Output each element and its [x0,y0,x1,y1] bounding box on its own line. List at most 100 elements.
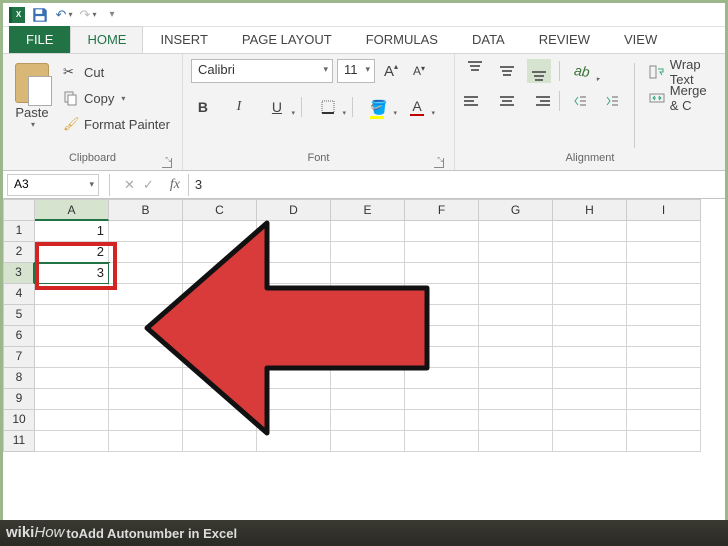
formula-bar-value[interactable]: 3 [189,177,202,192]
cell[interactable] [627,368,701,389]
align-middle-icon[interactable] [495,59,519,83]
cell[interactable]: 1 [35,221,109,242]
column-header[interactable]: A [35,199,109,221]
chevron-down-icon[interactable]: ▾ [13,120,53,129]
row-header[interactable]: 6 [3,326,35,347]
cell[interactable] [479,431,553,452]
fx-icon[interactable]: fx [170,177,180,193]
cell[interactable] [479,242,553,263]
align-bottom-icon[interactable] [527,59,551,83]
cell[interactable] [627,242,701,263]
cell[interactable] [553,347,627,368]
dialog-launcher-icon[interactable]: ⤡ [162,158,172,168]
name-box[interactable]: A3 [7,174,99,196]
cell[interactable] [553,284,627,305]
row-header[interactable]: 4 [3,284,35,305]
tab-page-layout[interactable]: PAGE LAYOUT [225,26,349,53]
redo-icon[interactable]: ↷▾ [79,6,97,24]
row-header[interactable]: 5 [3,305,35,326]
cell[interactable] [35,326,109,347]
cell[interactable] [627,284,701,305]
paste-button[interactable]: Paste ▾ [11,59,53,152]
format-painter-button[interactable]: 🖌Format Painter [59,111,174,137]
cell[interactable] [35,389,109,410]
cell[interactable] [627,431,701,452]
tab-view[interactable]: VIEW [607,26,674,53]
cell[interactable] [553,242,627,263]
cell[interactable] [627,347,701,368]
font-name-select[interactable]: Calibri [191,59,333,83]
cell[interactable] [553,263,627,284]
increase-indent-icon[interactable] [600,89,624,113]
align-top-icon[interactable] [463,59,487,83]
chevron-down-icon[interactable]: ▾ [121,94,125,103]
underline-button[interactable]: U [265,95,289,119]
cell[interactable] [35,368,109,389]
cell[interactable] [553,389,627,410]
row-header[interactable]: 7 [3,347,35,368]
cell[interactable] [627,389,701,410]
cell[interactable] [627,305,701,326]
row-header[interactable]: 9 [3,389,35,410]
row-header[interactable]: 11 [3,431,35,452]
cell[interactable] [553,368,627,389]
cell[interactable] [553,410,627,431]
align-right-icon[interactable] [527,89,551,113]
enter-formula-icon[interactable]: ✓ [143,177,154,193]
decrease-indent-icon[interactable] [568,89,592,113]
wrap-text-button[interactable]: Wrap Text [645,59,717,85]
row-header[interactable]: 1 [3,221,35,242]
cell[interactable] [627,221,701,242]
tab-insert[interactable]: INSERT [143,26,224,53]
cell[interactable] [479,284,553,305]
cell[interactable] [479,305,553,326]
row-header[interactable]: 10 [3,410,35,431]
merge-center-button[interactable]: Merge & C [645,85,717,111]
column-header[interactable]: I [627,199,701,221]
cell[interactable] [627,326,701,347]
cell[interactable] [479,326,553,347]
row-header[interactable]: 2 [3,242,35,263]
cell[interactable] [553,221,627,242]
tab-file[interactable]: FILE [9,26,70,53]
italic-button[interactable]: I [227,95,251,119]
row-header[interactable]: 8 [3,368,35,389]
decrease-font-icon[interactable]: A▾ [407,59,431,83]
cell[interactable] [479,221,553,242]
tab-data[interactable]: DATA [455,26,522,53]
cell[interactable] [35,305,109,326]
cell[interactable] [553,326,627,347]
undo-icon[interactable]: ↶▾ [55,6,73,24]
cell[interactable] [553,305,627,326]
cell[interactable] [479,368,553,389]
cell[interactable] [627,263,701,284]
align-center-icon[interactable] [495,89,519,113]
bold-button[interactable]: B [191,95,215,119]
tab-formulas[interactable]: FORMULAS [349,26,455,53]
font-size-select[interactable]: 11 [337,59,375,83]
borders-button[interactable] [316,95,340,119]
select-all-corner[interactable] [3,199,35,221]
cell[interactable] [479,347,553,368]
cell[interactable] [479,263,553,284]
fill-color-button[interactable]: 🪣 [367,95,391,119]
save-icon[interactable] [31,6,49,24]
cell[interactable] [627,410,701,431]
tab-review[interactable]: REVIEW [522,26,607,53]
dialog-launcher-icon[interactable]: ⤡ [434,158,444,168]
customize-qat-icon[interactable]: ▾ [103,6,121,24]
tab-home[interactable]: HOME [70,26,143,53]
cell[interactable] [35,431,109,452]
cell[interactable] [479,410,553,431]
align-left-icon[interactable] [463,89,487,113]
cancel-formula-icon[interactable]: ✕ [124,177,135,193]
row-header[interactable]: 3 [3,263,35,284]
copy-button[interactable]: Copy▾ [59,85,174,111]
cell[interactable] [479,389,553,410]
orientation-icon[interactable]: ab [568,57,595,84]
cell[interactable] [35,410,109,431]
cut-button[interactable]: ✂Cut [59,59,174,85]
column-header[interactable]: H [553,199,627,221]
column-header[interactable]: G [479,199,553,221]
cell[interactable] [35,347,109,368]
